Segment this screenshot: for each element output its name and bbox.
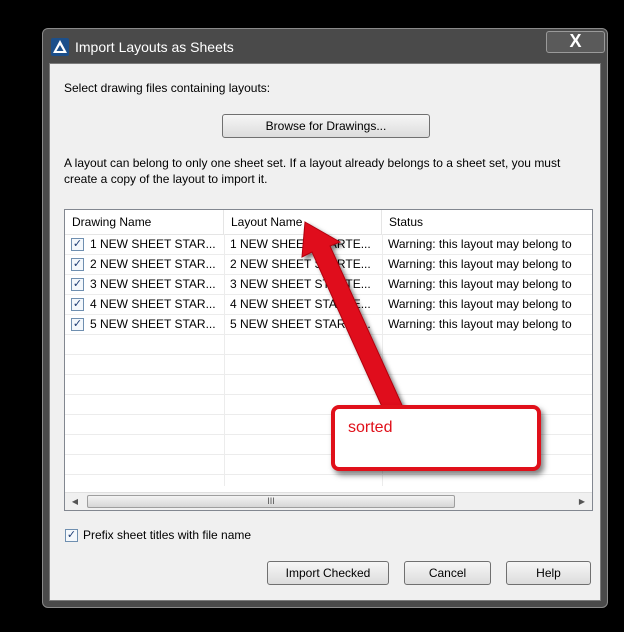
horizontal-scrollbar[interactable]: ◀ III ▶ [65,492,592,510]
import-layouts-dialog: Import Layouts as Sheets X Select drawin… [42,28,608,608]
status-cell: Warning: this layout may belong to [388,317,572,331]
status-cell: Warning: this layout may belong to [388,277,572,291]
status-cell: Warning: this layout may belong to [388,257,572,271]
cancel-button[interactable]: Cancel [404,561,491,585]
layout-name-cell: 4 NEW SHEET STARTE... [230,297,371,311]
table-header: Drawing Name Layout Name Status [65,210,592,235]
title-bar[interactable]: Import Layouts as Sheets X [43,29,607,63]
layout-name-cell: 5 NEW SHEET STARTE... [230,317,371,331]
scroll-right-arrow-icon[interactable]: ▶ [574,494,590,509]
column-header-layout-name[interactable]: Layout Name [224,210,382,234]
help-button[interactable]: Help [506,561,591,585]
empty-row [65,375,592,395]
prefix-checkbox[interactable]: ✓ [65,529,78,542]
empty-row [65,355,592,375]
layout-name-cell: 3 NEW SHEET STARTE... [230,277,371,291]
column-header-status[interactable]: Status [382,210,592,234]
table-row[interactable]: ✓ 3 NEW SHEET STAR... 3 NEW SHEET STARTE… [65,275,592,295]
layout-name-cell: 2 NEW SHEET STARTE... [230,257,371,271]
column-header-drawing-name[interactable]: Drawing Name [65,210,224,234]
row-checkbox[interactable]: ✓ [71,258,84,271]
row-checkbox[interactable]: ✓ [71,298,84,311]
drawing-name-cell: 1 NEW SHEET STAR... [90,237,216,251]
browse-drawings-button[interactable]: Browse for Drawings... [222,114,430,138]
status-cell: Warning: this layout may belong to [388,297,572,311]
close-icon: X [569,31,582,51]
layout-name-cell: 1 NEW SHEET STARTE... [230,237,371,251]
table-row[interactable]: ✓ 2 NEW SHEET STAR... 2 NEW SHEET STARTE… [65,255,592,275]
drawing-name-cell: 2 NEW SHEET STAR... [90,257,216,271]
scroll-left-arrow-icon[interactable]: ◀ [67,494,83,509]
close-button[interactable]: X [546,31,605,53]
row-checkbox[interactable]: ✓ [71,238,84,251]
scrollbar-thumb[interactable]: III [87,495,455,508]
dialog-body: Select drawing files containing layouts:… [49,63,601,601]
annotation-text: sorted [348,419,393,436]
autocad-app-icon [51,38,69,56]
empty-row [65,335,592,355]
drawing-name-cell: 3 NEW SHEET STAR... [90,277,216,291]
select-files-label: Select drawing files containing layouts: [64,81,271,95]
window-title: Import Layouts as Sheets [75,39,234,55]
prefix-checkbox-label[interactable]: Prefix sheet titles with file name [83,528,251,542]
table-row[interactable]: ✓ 4 NEW SHEET STAR... 4 NEW SHEET STARTE… [65,295,592,315]
sheet-set-description: A layout can belong to only one sheet se… [64,156,561,186]
row-checkbox[interactable]: ✓ [71,318,84,331]
annotation-callout: sorted [331,405,541,471]
drawing-name-cell: 4 NEW SHEET STAR... [90,297,216,311]
status-cell: Warning: this layout may belong to [388,237,572,251]
import-checked-button[interactable]: Import Checked [267,561,389,585]
table-row[interactable]: ✓ 5 NEW SHEET STAR... 5 NEW SHEET STARTE… [65,315,592,335]
table-row[interactable]: ✓ 1 NEW SHEET STAR... 1 NEW SHEET STARTE… [65,235,592,255]
row-checkbox[interactable]: ✓ [71,278,84,291]
drawing-name-cell: 5 NEW SHEET STAR... [90,317,216,331]
